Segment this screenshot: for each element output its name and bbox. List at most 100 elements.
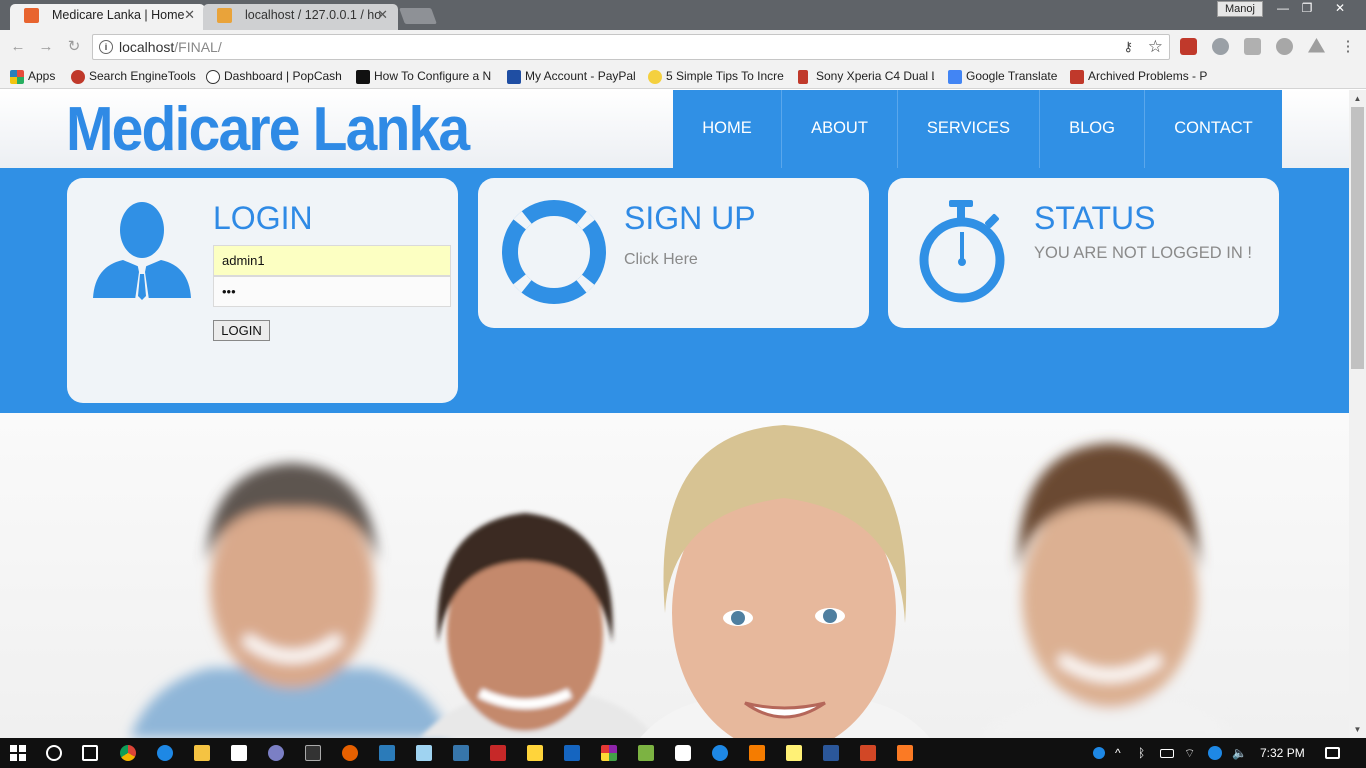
tab-title: localhost / 127.0.0.1 / ho <box>245 8 382 22</box>
clock-time[interactable]: 7:32 PM <box>1260 746 1305 760</box>
bookmark-label: Search EngineTools <box>89 69 196 83</box>
nav-services[interactable]: SERVICES <box>898 90 1040 168</box>
notepad-icon[interactable] <box>416 745 432 761</box>
page-scrollbar[interactable]: ▲ ▼ <box>1349 90 1366 738</box>
app-tray-icon[interactable] <box>1208 746 1222 760</box>
username-input[interactable] <box>213 245 451 276</box>
site-logo[interactable]: Medicare Lanka <box>66 94 470 165</box>
firefox-icon[interactable] <box>342 745 358 761</box>
bookmark-item[interactable]: Archived Problems - P <box>1068 67 1208 86</box>
tab-phpmyadmin[interactable]: localhost / 127.0.0.1 / ho ✕ <box>203 4 398 30</box>
address-bar[interactable]: i localhost/FINAL/ ⚷ ☆ <box>92 34 1170 60</box>
forward-arrow-icon[interactable]: → <box>36 37 56 57</box>
reload-icon[interactable]: ↻ <box>64 37 84 57</box>
powerpoint-icon[interactable] <box>860 745 876 761</box>
sticky-notes-icon[interactable] <box>786 745 802 761</box>
url-path: /FINAL/ <box>174 39 222 55</box>
nav-contact[interactable]: CONTACT <box>1145 90 1282 168</box>
login-button[interactable]: LOGIN <box>213 320 270 341</box>
task-view-icon[interactable] <box>82 745 98 761</box>
google-drive-icon[interactable] <box>1308 38 1325 53</box>
battery-icon[interactable] <box>1160 749 1174 758</box>
python-icon[interactable] <box>527 745 543 761</box>
sony-icon <box>798 70 808 84</box>
app-icon[interactable] <box>638 745 654 761</box>
cmd-icon[interactable] <box>305 745 321 761</box>
bookmark-label: Dashboard | PopCash <box>224 69 342 83</box>
status-message: YOU ARE NOT LOGGED IN ! <box>1034 244 1252 262</box>
bookmark-apps[interactable]: Apps <box>8 67 68 86</box>
doctors-team-image <box>130 425 1235 738</box>
close-window-button[interactable]: ✕ <box>1325 0 1355 18</box>
scrollbar-thumb[interactable] <box>1351 107 1364 369</box>
app-icon[interactable] <box>675 745 691 761</box>
nav-home[interactable]: HOME <box>673 90 782 168</box>
bookmark-label: 5 Simple Tips To Incre <box>666 69 784 83</box>
python-icon[interactable] <box>453 745 469 761</box>
edge-icon[interactable] <box>157 745 173 761</box>
extension-icon[interactable] <box>1244 38 1261 55</box>
cortana-icon[interactable] <box>46 745 62 761</box>
notifications-icon[interactable] <box>1325 747 1340 759</box>
bookmark-star-icon[interactable]: ☆ <box>1148 37 1163 57</box>
signup-link[interactable]: Click Here <box>624 251 698 269</box>
back-arrow-icon[interactable]: ← <box>8 37 28 57</box>
wifi-icon[interactable]: ⌔ <box>1184 746 1195 761</box>
help-icon[interactable] <box>1093 747 1105 759</box>
app-icon[interactable] <box>268 745 284 761</box>
xampp-icon[interactable] <box>897 745 913 761</box>
paypal-icon <box>507 70 521 84</box>
tab-close-icon[interactable]: ✕ <box>184 4 195 26</box>
bookmark-item[interactable]: 5 Simple Tips To Incre <box>646 67 784 86</box>
extension-icon[interactable] <box>1212 38 1229 55</box>
url-text: localhost/FINAL/ <box>119 39 222 55</box>
browser-tabstrip: Medicare Lanka | Home ✕ localhost / 127.… <box>0 0 1366 30</box>
extension-icon[interactable] <box>1276 38 1293 55</box>
lightbulb-icon <box>648 70 662 84</box>
menu-icon[interactable]: ⋮ <box>1338 37 1358 57</box>
extension-icon[interactable] <box>1180 38 1197 55</box>
main-nav: HOME ABOUT SERVICES BLOG CONTACT <box>673 90 1282 168</box>
tab-close-icon[interactable]: ✕ <box>377 4 388 26</box>
apps-grid-icon <box>10 70 24 84</box>
scroll-up-arrow-icon[interactable]: ▲ <box>1349 90 1366 107</box>
site-header: Medicare Lanka HOME ABOUT SERVICES BLOG … <box>0 90 1349 168</box>
app-icon[interactable] <box>490 745 506 761</box>
bookmark-item[interactable]: Dashboard | PopCash <box>204 67 342 86</box>
winrar-icon[interactable] <box>601 745 617 761</box>
word-icon[interactable] <box>823 745 839 761</box>
teamviewer-icon[interactable] <box>712 745 728 761</box>
signup-card[interactable]: SIGN UP Click Here <box>478 178 869 328</box>
hero-band: LOGIN LOGIN SIGN UP Click Here <box>0 168 1349 413</box>
bookmark-label: Archived Problems - P <box>1088 69 1208 83</box>
windows-start-icon[interactable] <box>10 745 26 761</box>
restore-button[interactable]: ❐ <box>1292 0 1322 18</box>
new-tab-button[interactable] <box>399 8 437 24</box>
password-input[interactable] <box>213 276 451 307</box>
volume-icon[interactable]: 🔈 <box>1232 746 1247 760</box>
store-icon[interactable] <box>231 745 247 761</box>
bookmark-item[interactable]: How To Configure a N <box>354 67 494 86</box>
info-icon[interactable]: i <box>99 40 113 54</box>
bookmarks-bar: Apps Search EngineTools Dashboard | PopC… <box>0 64 1366 89</box>
bookmark-item[interactable]: My Account - PayPal <box>505 67 638 86</box>
windows-taskbar: ^ ᛒ ⌔ 🔈 7:32 PM <box>0 738 1366 768</box>
bluetooth-icon[interactable]: ᛒ <box>1138 746 1145 760</box>
bookmark-item[interactable]: Search EngineTools <box>69 67 197 86</box>
key-icon[interactable]: ⚷ <box>1123 39 1133 55</box>
app-icon[interactable] <box>749 745 765 761</box>
file-explorer-icon[interactable] <box>194 745 210 761</box>
google-translate-icon <box>948 70 962 84</box>
nav-about[interactable]: ABOUT <box>782 90 898 168</box>
show-hidden-icons-icon[interactable]: ^ <box>1115 746 1121 760</box>
profile-button[interactable]: Manoj <box>1217 1 1263 17</box>
bookmark-item[interactable]: Google Translate <box>946 67 1060 86</box>
app-icon[interactable] <box>379 745 395 761</box>
bookmark-label: Apps <box>28 69 56 83</box>
tab-medicare-home[interactable]: Medicare Lanka | Home ✕ <box>10 4 205 30</box>
bookmark-item[interactable]: Sony Xperia C4 Dual L <box>796 67 934 86</box>
chrome-icon[interactable] <box>120 745 136 761</box>
scroll-down-arrow-icon[interactable]: ▼ <box>1349 721 1366 738</box>
nav-blog[interactable]: BLOG <box>1040 90 1145 168</box>
virtualbox-icon[interactable] <box>564 745 580 761</box>
